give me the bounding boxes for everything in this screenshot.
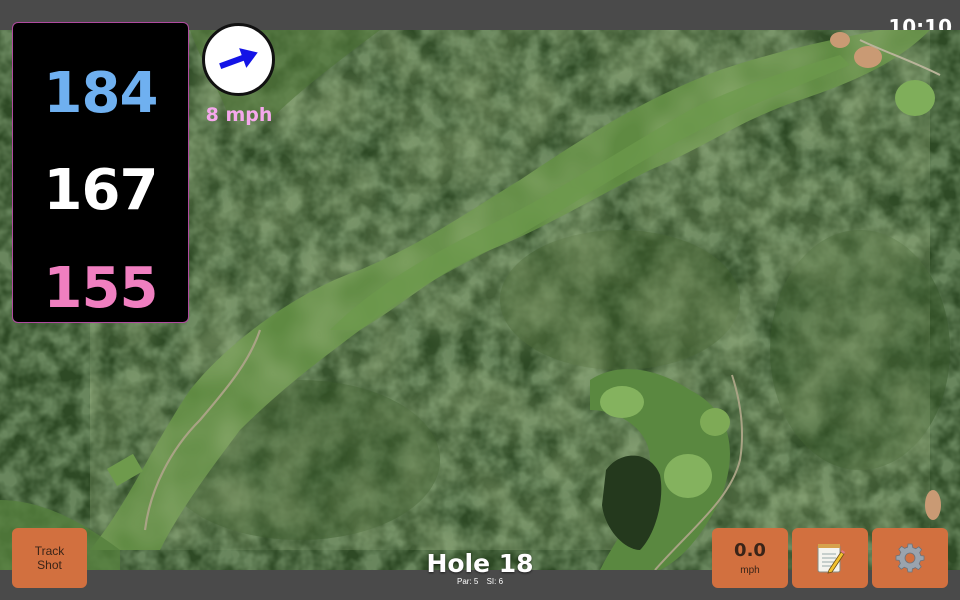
- distance-panel: 184 167 155: [12, 22, 189, 323]
- hole-info: Par: 5 SI: 6: [380, 577, 580, 586]
- distance-middle: 167: [43, 158, 159, 223]
- speed-button[interactable]: 0.0 mph: [712, 528, 788, 588]
- notepad-icon: [817, 544, 845, 574]
- track-shot-label-line2: Shot: [37, 558, 62, 572]
- gear-icon: [895, 543, 925, 573]
- hole-stroke-index: SI: 6: [486, 577, 504, 586]
- distance-back: 184: [43, 61, 159, 126]
- notes-button[interactable]: [792, 528, 868, 588]
- hole-title: Hole 18: [426, 549, 534, 578]
- track-shot-label-line1: Track: [34, 544, 65, 558]
- speed-value: 0.0: [734, 539, 766, 561]
- distance-front: 155: [43, 256, 159, 321]
- wind-speed-label: 8 mph: [205, 104, 273, 126]
- hole-par: Par: 5: [456, 577, 479, 586]
- wind-dial[interactable]: [202, 23, 275, 96]
- wind-arrow-icon: [219, 48, 258, 69]
- speed-unit: mph: [740, 564, 760, 576]
- track-shot-button[interactable]: Track Shot: [12, 528, 87, 588]
- settings-button[interactable]: [872, 528, 948, 588]
